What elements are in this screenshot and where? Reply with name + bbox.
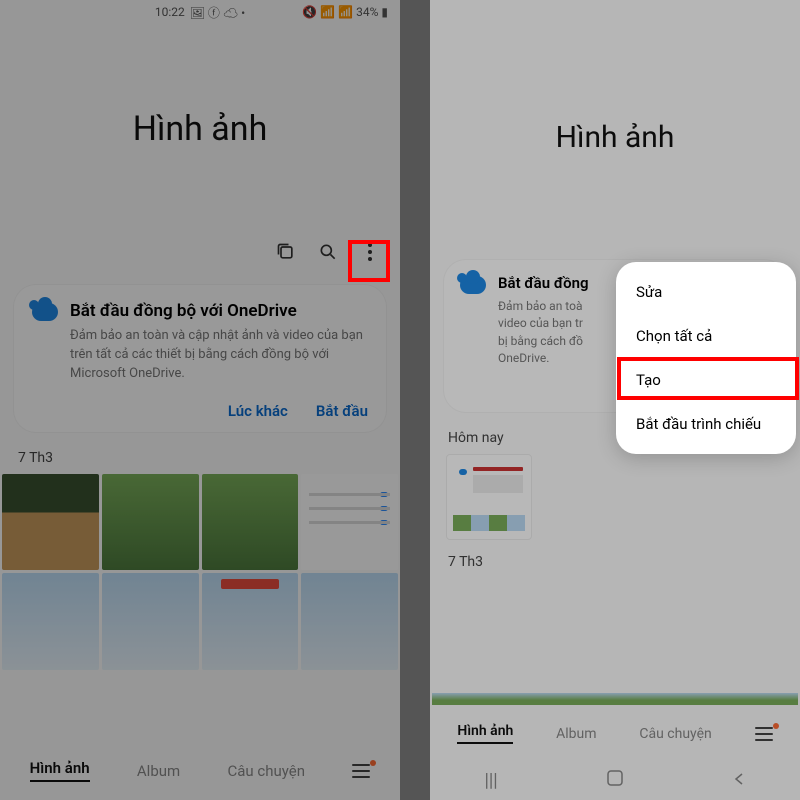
photo-thumb[interactable] (446, 454, 532, 540)
tab-story[interactable]: Câu chuyện (639, 726, 711, 742)
status-center: 10:22 🖼 ⓕ ☁ • (155, 4, 245, 21)
page-title: Hình ảnh (0, 109, 400, 149)
status-battery: 34% (356, 5, 378, 19)
menu-icon[interactable] (352, 764, 370, 778)
status-time: 10:22 (155, 5, 185, 19)
onedrive-icon (460, 276, 486, 294)
photo-thumb[interactable] (202, 573, 299, 670)
search-icon[interactable] (318, 242, 338, 266)
recents-icon[interactable]: ||| (484, 770, 497, 791)
stack-icon[interactable] (276, 242, 296, 266)
menu-create[interactable]: Tạo (616, 358, 796, 402)
menu-edit[interactable]: Sửa (616, 270, 796, 314)
more-icon[interactable] (360, 239, 380, 269)
photo-thumb[interactable] (301, 573, 398, 670)
section-date: 7 Th3 (430, 540, 800, 578)
card-title: Bắt đầu đồng bộ với OneDrive (70, 301, 368, 321)
status-right: 🔇 📶 📶 34% ▮ (302, 5, 388, 19)
tab-album[interactable]: Album (556, 726, 596, 742)
photo-thumb[interactable] (102, 573, 199, 670)
card-desc: Đảm bảo an toàn và cập nhật ảnh và video… (70, 327, 368, 384)
onedrive-icon (32, 303, 58, 321)
page-title-right: Hình ảnh (430, 120, 800, 155)
tab-story[interactable]: Câu chuyện (227, 762, 305, 780)
start-button[interactable]: Bắt đầu (316, 402, 368, 420)
later-button[interactable]: Lúc khác (228, 402, 288, 420)
onedrive-card: Bắt đầu đồng bộ với OneDrive Đảm bảo an … (14, 285, 386, 432)
tab-photos[interactable]: Hình ảnh (30, 759, 90, 782)
home-icon[interactable] (607, 770, 623, 790)
menu-select-all[interactable]: Chọn tất cả (616, 314, 796, 358)
tab-album[interactable]: Album (137, 762, 180, 780)
section-date: 7 Th3 (0, 432, 400, 474)
photo-thumb[interactable] (2, 474, 99, 571)
photo-strip[interactable] (432, 693, 798, 705)
back-icon[interactable] (732, 771, 746, 790)
menu-slideshow[interactable]: Bắt đầu trình chiếu (616, 402, 796, 446)
photo-thumb[interactable] (301, 474, 398, 571)
menu-icon[interactable] (755, 727, 773, 741)
tab-photos[interactable]: Hình ảnh (457, 723, 513, 744)
photo-thumb[interactable] (202, 474, 299, 571)
photo-thumb[interactable] (2, 573, 99, 670)
overflow-menu: Sửa Chọn tất cả Tạo Bắt đầu trình chiếu (616, 262, 796, 454)
system-navbar: ||| (430, 760, 800, 800)
photo-thumb[interactable] (102, 474, 199, 571)
